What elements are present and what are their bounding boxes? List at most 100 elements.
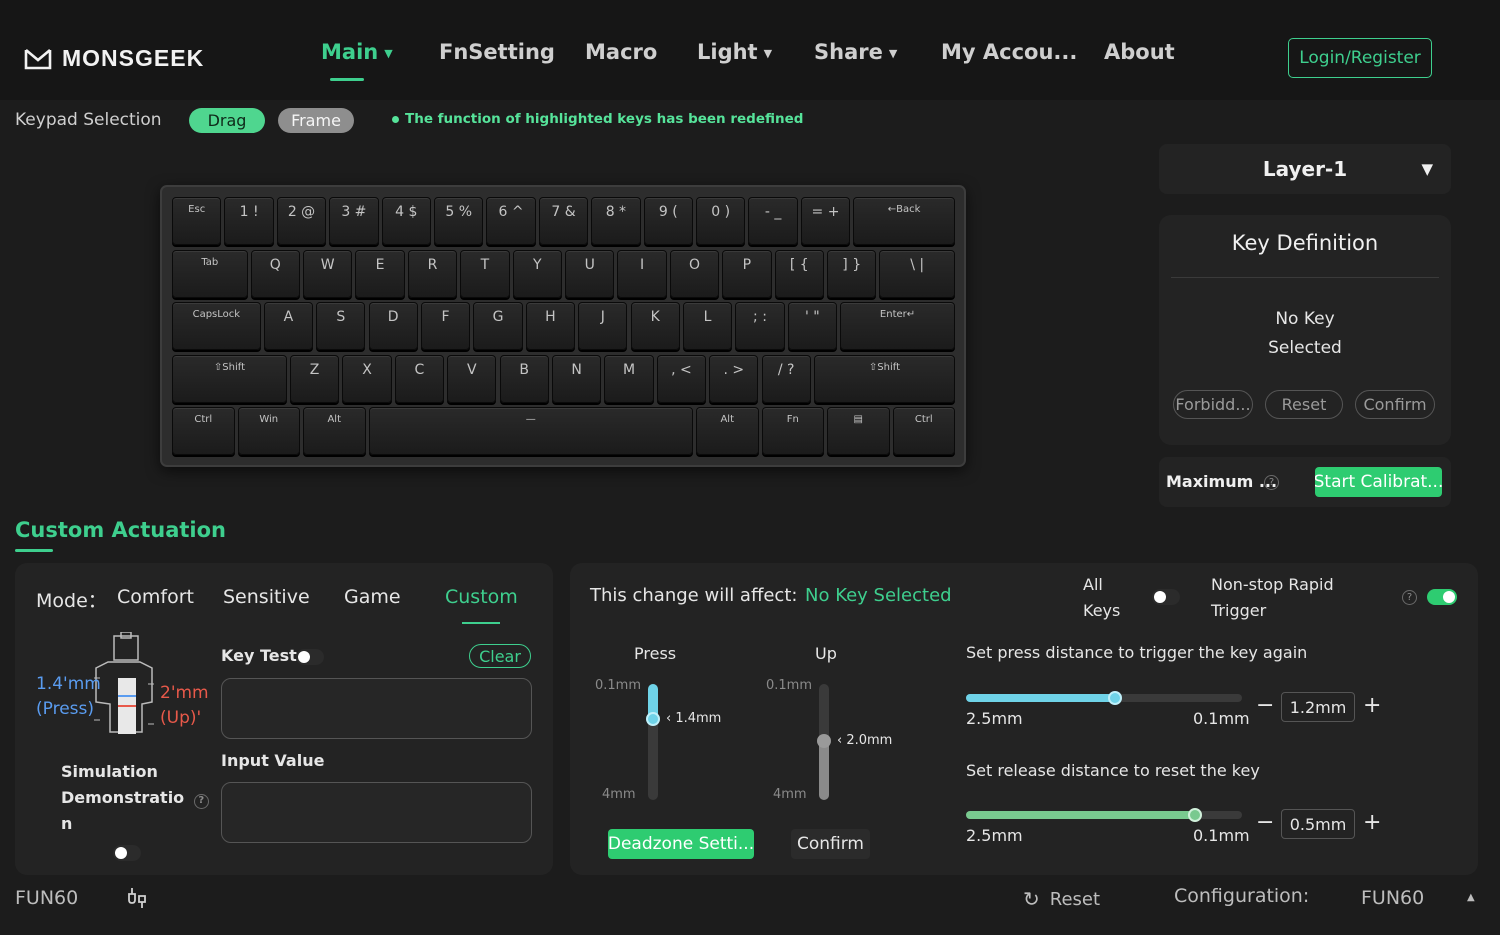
nav-fnsetting[interactable]: FnSetting [439,40,555,64]
up-vertical-slider[interactable]: ‹ 2.0mm [811,684,892,800]
key[interactable]: U [565,249,615,298]
key[interactable]: CapsLock [172,302,261,350]
slider-knob[interactable] [817,733,831,748]
key-test-input[interactable] [221,678,532,739]
key[interactable]: Alt [696,407,759,455]
frame-button[interactable]: Frame [278,108,354,133]
key[interactable]: X [342,354,392,403]
mode-comfort-tab[interactable]: Comfort [117,586,194,608]
key[interactable]: Z [289,354,340,403]
input-value-field[interactable] [221,782,532,843]
clear-button[interactable]: Clear [469,644,531,668]
key[interactable]: A [263,302,314,350]
login-register-button[interactable]: Login/Register [1288,38,1432,78]
key[interactable]: V [447,354,497,403]
rt-release-slider[interactable] [966,807,1242,823]
key[interactable]: W [303,249,353,298]
key[interactable]: ; : [735,302,785,350]
nav-share[interactable]: Share ▼ [814,40,897,64]
key[interactable]: ⇧Shift [172,354,287,403]
all-keys-toggle[interactable] [1152,589,1180,605]
confirm-actuation-button[interactable]: Confirm [791,829,870,859]
key[interactable]: Enter↵ [840,302,955,350]
help-icon[interactable]: ? [1402,590,1417,605]
key[interactable]: Ctrl [892,407,955,455]
nonstop-rapid-trigger-toggle[interactable] [1427,589,1457,605]
key[interactable]: 3 # [329,197,379,245]
rt-release-decrement[interactable]: − [1256,810,1274,835]
key[interactable]: F [420,302,471,350]
key[interactable]: M [604,354,654,403]
key[interactable]: 2 @ [276,197,327,245]
key[interactable]: B [499,354,549,403]
key[interactable]: 0 ) [696,197,746,245]
footer-reset-button[interactable]: ↻ Reset [1023,887,1100,911]
key[interactable]: / ? [761,354,811,403]
key[interactable]: \ | [879,249,955,298]
simulation-toggle[interactable] [113,845,141,861]
key[interactable]: R [407,249,458,298]
mode-custom-tab[interactable]: Custom [445,586,518,608]
help-icon[interactable]: ? [193,793,209,809]
rt-press-decrement[interactable]: − [1256,693,1274,718]
key[interactable]: , < [656,354,707,403]
key[interactable]: Win [237,407,300,455]
slider-knob[interactable] [1108,691,1123,705]
key[interactable]: ⇧Shift [813,354,955,403]
key[interactable]: ▤ [827,407,890,455]
chevron-up-icon[interactable]: ▲ [1467,892,1475,903]
nav-light[interactable]: Light ▼ [697,40,772,64]
press-vertical-slider[interactable]: ‹ 1.4mm [640,684,721,800]
rt-press-increment[interactable]: + [1363,693,1381,718]
key[interactable]: 6 ^ [486,197,536,245]
key[interactable]: J [578,302,628,350]
key[interactable]: T [460,249,510,298]
key[interactable]: G [473,302,523,350]
key[interactable]: L [682,302,733,350]
logo[interactable]: MONSGEEK [24,44,204,72]
configuration-value[interactable]: FUN60 [1361,887,1424,909]
reset-key-button[interactable]: Reset [1265,390,1343,419]
nav-macro[interactable]: Macro [585,40,657,64]
key[interactable]: = + [800,197,851,245]
rt-release-value-input[interactable]: 0.5mm [1281,809,1355,839]
key[interactable]: Tab [172,249,248,298]
nav-about[interactable]: About [1104,40,1175,64]
key[interactable]: 1 ! [224,197,274,245]
help-icon[interactable]: ? [1264,475,1279,490]
key-test-toggle[interactable] [296,649,324,665]
key[interactable]: K [630,302,680,350]
confirm-key-button[interactable]: Confirm [1355,390,1435,419]
rt-press-value-input[interactable]: 1.2mm [1281,692,1355,722]
key[interactable]: I [617,249,667,298]
key[interactable]: 8 * [591,197,641,245]
mode-game-tab[interactable]: Game [344,586,401,608]
key[interactable]: 4 $ [381,197,431,245]
connection-icon[interactable] [125,886,149,910]
key[interactable]: E [355,249,405,298]
key[interactable]: Alt [303,407,366,455]
nav-main[interactable]: Main ▼ [321,40,393,64]
key[interactable]: — [368,407,693,455]
key[interactable]: Ctrl [172,407,235,455]
deadzone-settings-button[interactable]: Deadzone Setti... [608,829,754,859]
start-calibration-button[interactable]: Start Calibrat... [1315,467,1442,497]
key[interactable]: P [722,249,772,298]
key[interactable]: Q [250,249,300,298]
key[interactable]: S [316,302,366,350]
key[interactable]: Fn [761,407,824,455]
layer-select[interactable]: Layer-1 ▼ [1159,144,1451,194]
key[interactable]: ] } [827,249,877,298]
forbid-button[interactable]: Forbidd... [1173,390,1253,419]
key[interactable]: - _ [748,197,798,245]
drag-button[interactable]: Drag [189,108,265,133]
key[interactable]: . > [709,354,759,403]
key[interactable]: [ { [774,249,824,298]
key[interactable]: 9 ( [643,197,693,245]
key[interactable]: 7 & [538,197,589,245]
rt-press-slider[interactable] [966,690,1242,706]
key[interactable]: C [394,354,445,403]
key[interactable]: N [551,354,602,403]
key[interactable]: O [669,249,720,298]
rt-release-increment[interactable]: + [1363,810,1381,835]
